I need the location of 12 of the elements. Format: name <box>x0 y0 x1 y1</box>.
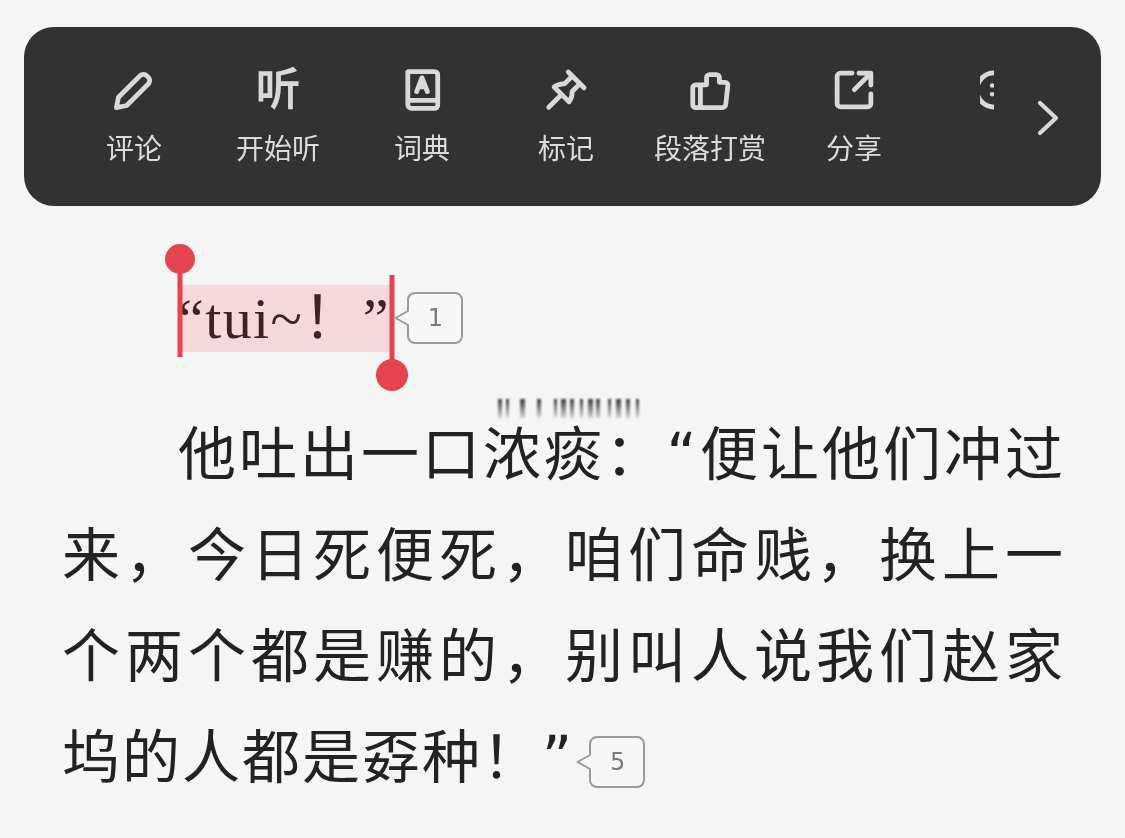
paragraph-text: 他吐出一口浓痰：“便让他们冲过来，今日死便死，咱们命贱，换上一个两个都是赚的，别叫人说我们赵家坞的人都是孬种！” 5 <box>62 421 1065 792</box>
paragraph-tip-button[interactable]: 段落打赏 <box>654 67 766 167</box>
pushpin-icon <box>543 67 589 113</box>
comment-count-badge[interactable]: 5 <box>576 735 646 788</box>
dictionary-button[interactable]: 词典 <box>394 67 450 167</box>
chevron-right-icon[interactable] <box>1037 100 1059 136</box>
listen-button[interactable]: 听 开始听 <box>236 67 320 167</box>
comment-count-badge[interactable]: 1 <box>393 292 463 344</box>
comment-button[interactable]: 评论 <box>106 67 162 167</box>
mark-button[interactable]: 标记 <box>538 67 594 167</box>
share-button[interactable]: 分享 <box>826 67 882 167</box>
character-icon: 听 <box>256 67 300 113</box>
